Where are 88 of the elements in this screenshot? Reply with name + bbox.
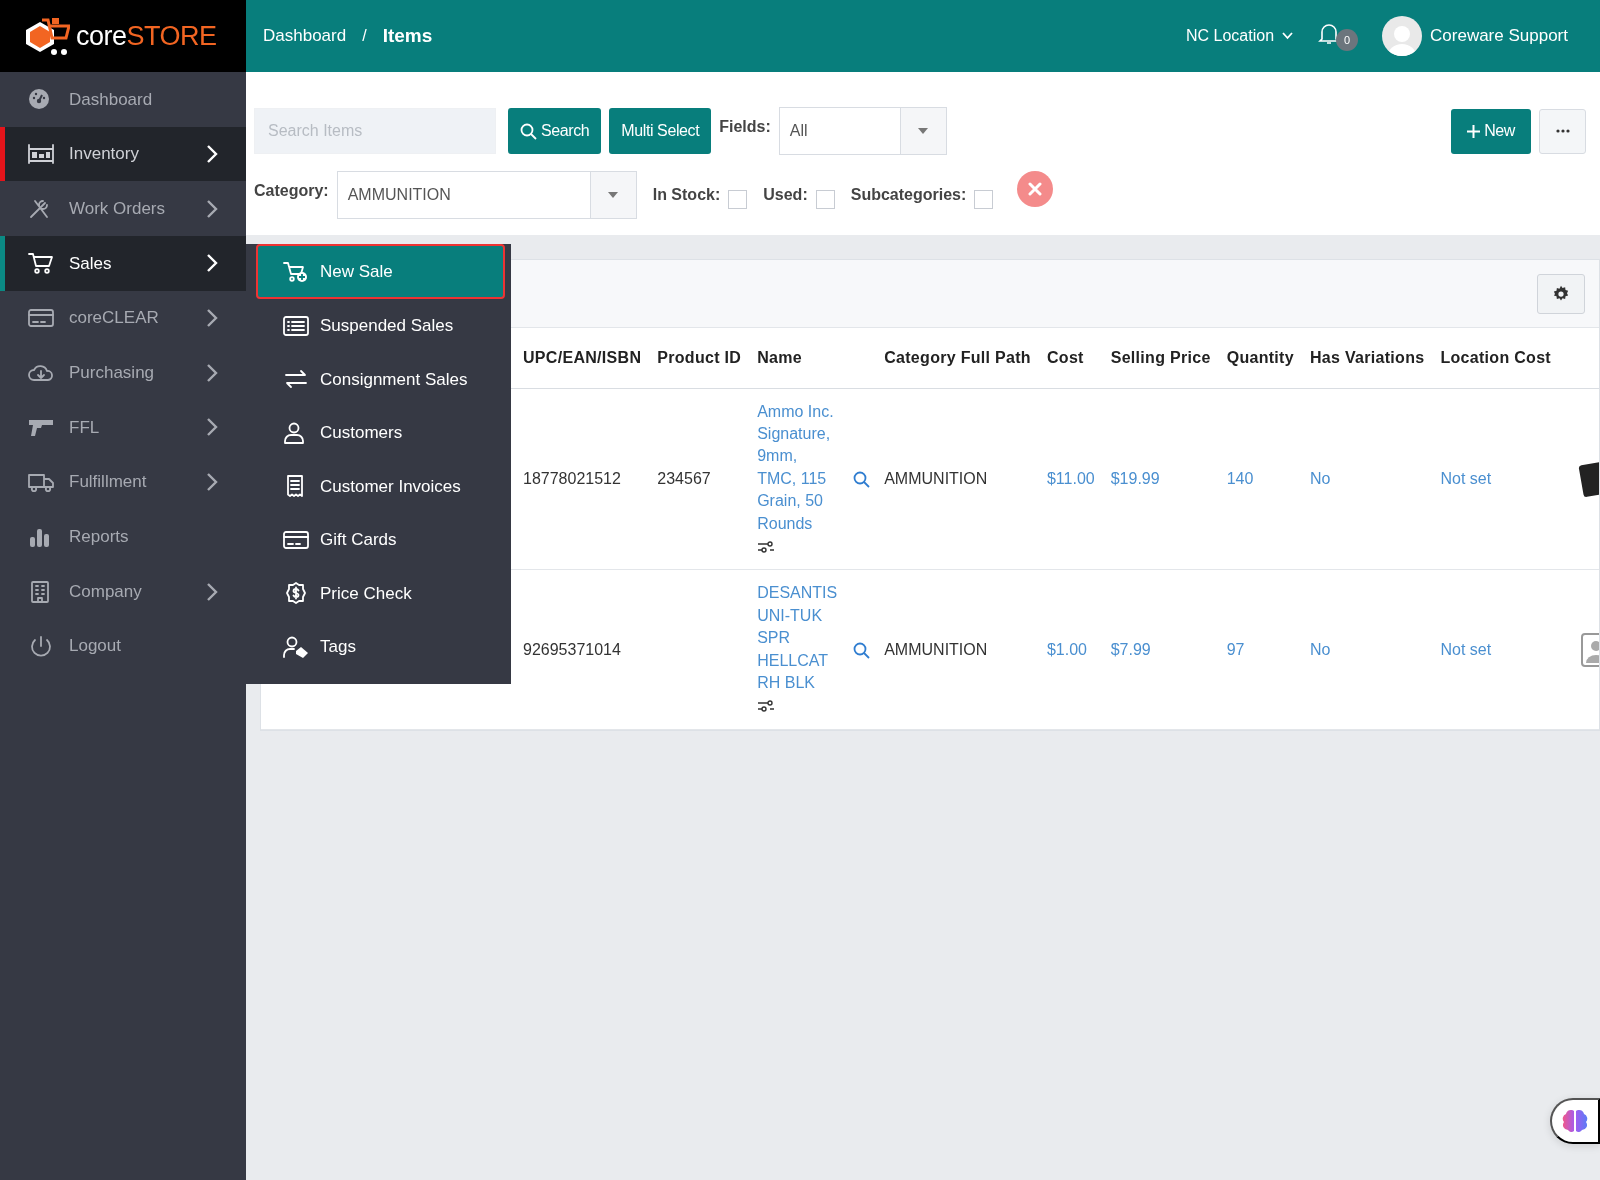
column-header: Quantity	[1218, 328, 1302, 388]
table-link[interactable]: $7.99	[1102, 569, 1219, 730]
table-link[interactable]: Not set	[1432, 569, 1559, 730]
new-button[interactable]: New	[1451, 108, 1531, 154]
settings-button[interactable]	[1537, 273, 1585, 314]
submenu-item[interactable]: Suspended Sales	[246, 299, 511, 353]
close-icon	[1028, 182, 1043, 196]
sliders-icon	[757, 540, 776, 553]
search-icon	[520, 122, 537, 140]
sidebar-item[interactable]: Inventory	[0, 126, 246, 182]
fields-select[interactable]: All	[778, 107, 947, 155]
notification-badge: 0	[1336, 29, 1359, 51]
column-header: Location Cost	[1432, 328, 1559, 388]
submenu-item[interactable]: New Sale	[256, 244, 505, 299]
submenu-item[interactable]: Customers	[246, 406, 511, 460]
table-link[interactable]: 140	[1218, 388, 1302, 570]
table-link[interactable]: No	[1301, 569, 1433, 730]
checkbox-label: Subcategories:	[850, 185, 967, 205]
column-header: Cost	[1038, 328, 1103, 388]
sidebar-item[interactable]: FFL	[0, 400, 246, 455]
location-dropdown[interactable]: NC Location	[1185, 23, 1295, 49]
category-select[interactable]: AMMUNITION	[336, 171, 637, 219]
table-cell: 234567	[649, 388, 750, 570]
breadcrumb-link[interactable]: Dashboard	[263, 23, 347, 49]
fields-label: Fields:	[719, 117, 771, 137]
logo-text: coreSTORE	[76, 19, 217, 53]
list-icon	[282, 313, 310, 338]
multi-select-button[interactable]: Multi Select	[609, 108, 712, 154]
brain-icon	[1562, 1109, 1588, 1133]
table-link[interactable]: $11.00	[1038, 388, 1103, 570]
table-link[interactable]: No	[1301, 388, 1433, 570]
table-link[interactable]: Not set	[1432, 388, 1559, 570]
checkbox[interactable]	[815, 189, 835, 209]
sidebar-item[interactable]: Fulfillment	[0, 454, 246, 510]
table-cell: AMMUNITION	[876, 388, 1039, 570]
sidebar-item[interactable]: Company	[0, 564, 246, 619]
column-header: Selling Price	[1102, 328, 1219, 388]
caret-down-icon	[918, 128, 929, 134]
submenu-item[interactable]: Customer Invoices	[246, 459, 511, 513]
checkbox[interactable]	[974, 189, 994, 209]
search-icon	[853, 641, 871, 659]
cart-icon	[27, 251, 55, 276]
column-header: UPC/EAN/ISBN	[523, 328, 650, 388]
sidebar-item[interactable]: Reports	[0, 509, 246, 565]
sidebar-item[interactable]: Work Orders	[0, 181, 246, 237]
column-header: Has Variations	[1301, 328, 1433, 388]
column-header: Name	[749, 328, 877, 388]
submenu-item[interactable]: Tags	[246, 620, 511, 674]
search-button[interactable]: Search	[508, 108, 602, 154]
breadcrumb-current: Items	[382, 23, 433, 48]
search-field[interactable]: Search Items	[254, 108, 496, 154]
column-header: Category Full Path	[876, 328, 1039, 388]
product-name-link[interactable]: Ammo Inc. Signature, 9mm, TMC, 115 Grain, 50 Rounds	[757, 400, 838, 535]
table-cell: AMMUNITION	[876, 569, 1039, 730]
sidebar-item[interactable]: Purchasing	[0, 345, 246, 401]
settings-icon	[1552, 284, 1570, 303]
shelf-icon	[27, 142, 55, 167]
caret-down-icon	[608, 192, 619, 198]
sliders-icon	[757, 700, 776, 713]
sidebar-item[interactable]: coreCLEAR	[0, 290, 246, 346]
table-cell: 92695371014	[523, 569, 650, 730]
checkbox-label: Used:	[763, 185, 808, 205]
plus-icon	[1467, 124, 1481, 138]
assistant-button[interactable]	[1550, 1098, 1600, 1144]
cart-plus-icon	[282, 259, 310, 284]
table-link[interactable]: 97	[1218, 569, 1302, 730]
submenu-item[interactable]: Consignment Sales	[246, 352, 511, 406]
submenu-item[interactable]: Price Check	[246, 566, 511, 620]
table-cell: 18778021512	[523, 388, 650, 570]
chevron-down-icon	[1282, 32, 1294, 40]
ellipsis-icon	[1555, 129, 1570, 133]
search-icon	[853, 471, 871, 489]
sidebar-item[interactable]: Logout	[0, 618, 246, 674]
more-options-button[interactable]	[1539, 108, 1586, 154]
person-tag-icon	[282, 634, 310, 659]
sidebar-item[interactable]: Dashboard	[0, 72, 246, 127]
breadcrumb-separator: /	[362, 26, 367, 46]
sidebar-item[interactable]: Sales	[0, 236, 246, 291]
checkbox-label: In Stock:	[652, 185, 721, 205]
clear-button[interactable]	[1017, 171, 1054, 207]
user-name[interactable]: Coreware Support	[1430, 23, 1568, 49]
submenu-item[interactable]: Gift Cards	[246, 513, 511, 567]
category-label: Category:	[254, 181, 329, 201]
column-header: Product ID	[649, 328, 750, 388]
table-link[interactable]: $1.00	[1038, 569, 1103, 730]
product-name-link[interactable]: DESANTIS UNI-TUK SPR HELLCAT RH BLK	[757, 582, 838, 695]
checkbox[interactable]	[728, 189, 748, 209]
table-link[interactable]: $19.99	[1102, 388, 1219, 570]
